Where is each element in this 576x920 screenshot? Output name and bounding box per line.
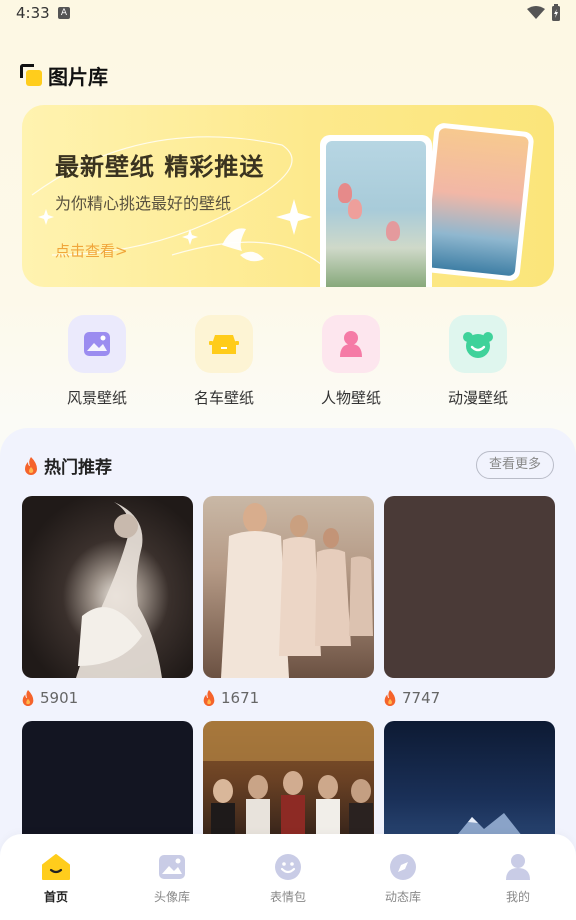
banner-photo-front [320, 135, 432, 287]
likes-count: 1671 [201, 688, 259, 708]
home-icon [16, 852, 96, 882]
category-row: 风景壁纸 名车壁纸 人物壁纸 动漫壁纸 [0, 315, 576, 410]
wallpaper-card[interactable] [203, 721, 374, 851]
status-bar: 4:33 A [0, 0, 576, 28]
fire-icon [203, 690, 215, 706]
banner-cta-link[interactable]: 点击查看> [55, 240, 128, 261]
category-label: 动漫壁纸 [447, 389, 508, 407]
wallpaper-image [203, 721, 374, 851]
banner-photo-back [419, 122, 535, 282]
nav-home[interactable]: 首页 [16, 852, 96, 905]
wallpaper-card[interactable] [384, 721, 555, 851]
nav-label: 我的 [505, 890, 530, 904]
person-icon [322, 315, 380, 373]
car-icon [195, 315, 253, 373]
banner-title: 最新壁纸 精彩推送 [55, 153, 265, 181]
battery-icon [552, 4, 560, 21]
nav-label: 头像库 [153, 890, 190, 904]
image-icon [132, 852, 212, 882]
wifi-icon [527, 6, 545, 19]
wallpaper-image [221, 503, 373, 678]
section-title: 热门推荐 [44, 458, 112, 478]
nav-label: 动态库 [384, 890, 421, 904]
landscape-icon [68, 315, 126, 373]
wallpaper-image [444, 813, 534, 851]
category-label: 风景壁纸 [66, 389, 127, 407]
compass-icon [363, 852, 443, 882]
logo-icon [20, 64, 42, 86]
category-car[interactable]: 名车壁纸 [174, 315, 274, 408]
wallpaper-image [76, 502, 162, 678]
bear-icon [449, 315, 507, 373]
view-more-button[interactable]: 查看更多 [476, 451, 554, 479]
likes-count: 7747 [382, 688, 440, 708]
category-label: 名车壁纸 [193, 389, 254, 407]
nav-avatar-library[interactable]: 头像库 [132, 852, 212, 905]
profile-icon [478, 852, 558, 882]
notification-indicator: A [58, 7, 70, 19]
banner-subtitle: 为你精心挑选最好的壁纸 [55, 194, 232, 213]
likes-count: 5901 [20, 688, 78, 708]
wallpaper-card[interactable] [22, 721, 193, 851]
nav-profile[interactable]: 我的 [478, 852, 558, 905]
likes-value: 7747 [402, 689, 441, 707]
category-landscape[interactable]: 风景壁纸 [47, 315, 147, 408]
fire-icon [384, 690, 396, 706]
wallpaper-card[interactable] [384, 496, 555, 678]
status-time: 4:33 [16, 4, 50, 22]
category-anime[interactable]: 动漫壁纸 [428, 315, 528, 408]
fire-icon [25, 456, 37, 475]
wallpaper-card[interactable] [203, 496, 374, 678]
nav-label: 表情包 [269, 890, 306, 904]
hot-header: 热门推荐 [22, 453, 112, 478]
smiley-icon [248, 852, 328, 882]
nav-emoji[interactable]: 表情包 [248, 852, 328, 905]
category-person[interactable]: 人物壁纸 [301, 315, 401, 408]
page-title: 图片库 [48, 64, 108, 89]
wallpaper-card[interactable] [22, 496, 193, 678]
likes-value: 1671 [221, 689, 260, 707]
likes-value: 5901 [40, 689, 79, 707]
category-label: 人物壁纸 [320, 389, 381, 407]
fire-icon [22, 690, 34, 706]
bottom-nav: 首页 头像库 表情包 动态库 我的 [0, 834, 576, 920]
page-header: 图片库 [20, 62, 108, 89]
nav-dynamic-library[interactable]: 动态库 [363, 852, 443, 905]
nav-label: 首页 [43, 890, 68, 904]
promo-banner[interactable]: 最新壁纸 精彩推送 为你精心挑选最好的壁纸 点击查看> [22, 105, 554, 287]
